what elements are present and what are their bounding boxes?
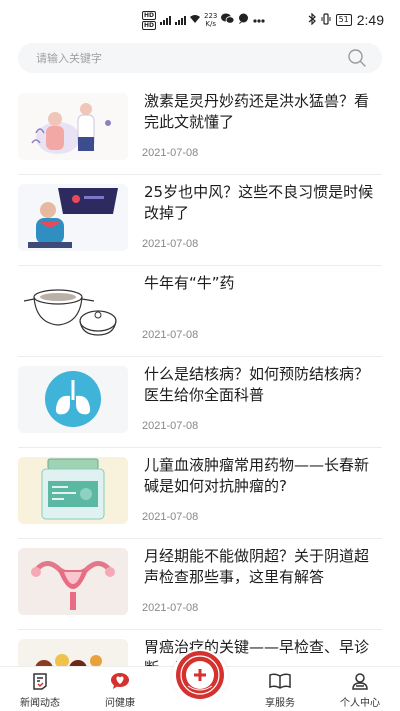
sick-person-illustration: [18, 184, 128, 251]
person-icon: [351, 671, 369, 691]
tab-label: 享服务: [265, 697, 295, 709]
news-title: 月经期能不能做阴超？关于阴道超声检查那些事，这里有解答: [144, 547, 370, 586]
news-item[interactable]: 激素是灵丹妙药还是洪水猛兽？看完此文就懂了 2021-07-08: [18, 84, 382, 175]
hd-badge-top: HD: [142, 10, 157, 20]
news-date: 2021-07-08: [142, 420, 199, 432]
news-icon: [31, 671, 49, 691]
news-date: 2021-07-08: [142, 238, 199, 250]
herbal-pot-illustration: [18, 275, 128, 342]
status-right: 51 2:49: [308, 12, 384, 28]
news-date: 2021-07-08: [142, 602, 199, 614]
lungs-illustration: [18, 366, 128, 433]
news-item[interactable]: 月经期能不能做阴超？关于阴道超声检查那些事，这里有解答 2021-07-08: [18, 539, 382, 630]
tab-label: 问健康: [105, 697, 135, 709]
hospital-seal-logo: [175, 650, 225, 704]
uterus-illustration: [18, 548, 128, 615]
vibrate-icon: [321, 12, 331, 28]
hd-badge-bottom: HD: [142, 20, 157, 30]
signal-2-icon: [175, 15, 187, 25]
bluetooth-icon: [308, 12, 316, 28]
book-icon: [269, 671, 291, 691]
news-title: 25岁也中风？这些不良习惯是时候改掉了: [144, 183, 374, 222]
news-date: 2021-07-08: [142, 329, 199, 341]
news-title: 什么是结核病？如何预防结核病？医生给你全面科普: [144, 365, 370, 404]
search-bar[interactable]: [18, 43, 382, 73]
news-title: 牛年有“牛”药: [144, 274, 235, 292]
hd-badges: HD HD: [142, 10, 157, 30]
bottom-tab-bar: 新闻动态 问健康 享服务 个人中心: [0, 649, 400, 711]
tab-ask-health[interactable]: 问健康: [80, 667, 160, 711]
news-item[interactable]: 25岁也中风？这些不良习惯是时候改掉了 2021-07-08: [18, 175, 382, 266]
news-list: 激素是灵丹妙药还是洪水猛兽？看完此文就懂了 2021-07-08 25岁也中风？…: [0, 84, 400, 711]
chat-bubble-icon: [238, 13, 249, 27]
tab-home[interactable]: [172, 649, 228, 705]
news-date: 2021-07-08: [142, 511, 199, 523]
tab-news[interactable]: 新闻动态: [0, 667, 80, 711]
clock-time: 2:49: [356, 12, 384, 28]
news-title: 儿童血液肿瘤常用药物——长春新碱是如何对抗肿瘤的?: [144, 456, 370, 495]
news-item[interactable]: 什么是结核病？如何预防结核病？医生给你全面科普 2021-07-08: [18, 357, 382, 448]
battery-indicator: 51: [335, 14, 352, 26]
tab-label: 新闻动态: [20, 697, 60, 709]
search-icon[interactable]: [346, 47, 368, 69]
news-title: 激素是灵丹妙药还是洪水猛兽？看完此文就懂了: [144, 92, 370, 131]
news-date: 2021-07-08: [142, 147, 199, 159]
tab-services[interactable]: 享服务: [240, 667, 320, 711]
status-left: HD HD 223 K/s: [142, 10, 265, 30]
tab-profile[interactable]: 个人中心: [320, 667, 400, 711]
signal-1-icon: [160, 15, 172, 25]
heart-chat-icon: [110, 671, 130, 691]
status-bar: HD HD 223 K/s 51 2:49: [0, 0, 400, 40]
doctor-patient-illustration: [18, 93, 128, 160]
news-item[interactable]: 儿童血液肿瘤常用药物——长春新碱是如何对抗肿瘤的? 2021-07-08: [18, 448, 382, 539]
search-input[interactable]: [36, 51, 346, 65]
wechat-icon: [221, 13, 235, 27]
wifi-icon: [190, 14, 201, 26]
dots-icon: [253, 15, 265, 26]
tab-label: 个人中心: [340, 697, 380, 709]
net-speed: 223 K/s: [204, 12, 218, 28]
news-item[interactable]: 牛年有“牛”药 2021-07-08: [18, 266, 382, 357]
medicine-bottle-illustration: [18, 457, 128, 524]
